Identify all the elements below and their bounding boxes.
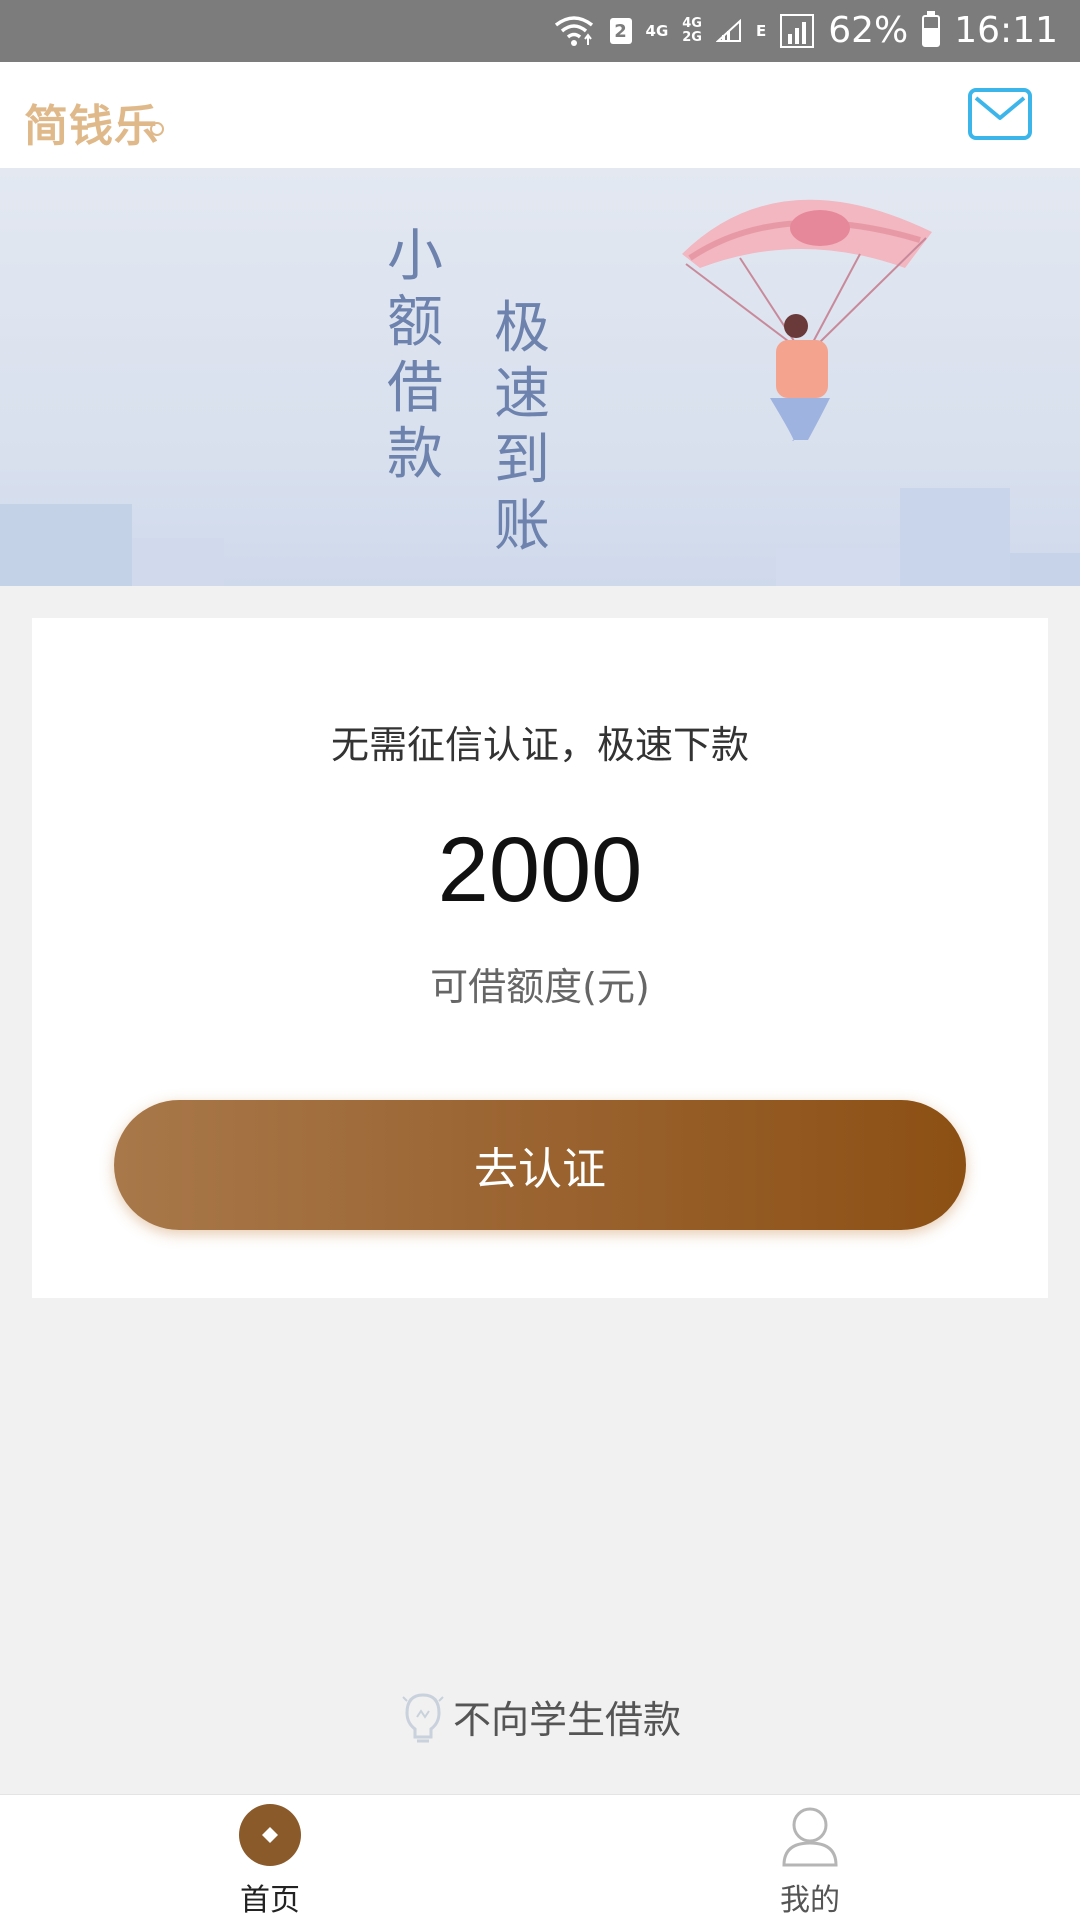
banner-char: 账 (494, 494, 550, 559)
notice-text: 不向学生借款 (452, 1697, 681, 1742)
nav-item-mine[interactable]: 我的 (710, 1795, 910, 1921)
bottom-nav: 首页 我的 (0, 1794, 1080, 1921)
credit-amount: 2000 (437, 819, 643, 921)
card-tagline: 无需征信认证，极速下款 (330, 723, 749, 767)
credit-amount-label: 可借额度(元) (430, 965, 650, 1009)
network-type-a: 4G (645, 21, 669, 40)
network-type-b-bottom: 2G (682, 30, 702, 45)
status-bar: 2 4G 4G 2G E 62% 16:11 (0, 0, 1080, 62)
banner-char: 到 (494, 428, 550, 493)
banner-char: 额 (387, 290, 443, 355)
banner-char: 极 (494, 296, 550, 361)
app-logo-dot (150, 122, 164, 136)
battery-percent: 62% (828, 10, 909, 51)
banner-char: 款 (387, 422, 443, 487)
mail-icon (974, 96, 1026, 120)
network-type-c: E (755, 21, 767, 40)
wifi-icon (552, 13, 596, 49)
nav-label-mine: 我的 (780, 1883, 840, 1918)
battery-fill (924, 27, 939, 45)
loan-card: 无需征信认证，极速下款 2000 可借额度(元) 去认证 (32, 618, 1048, 1298)
signal-icon (715, 19, 742, 43)
user-icon (782, 1807, 838, 1867)
battery-icon (922, 11, 941, 47)
clock: 16:11 (954, 10, 1058, 51)
banner-text-right: 极 速 到 账 (492, 296, 552, 560)
sim-icon: 2 (609, 18, 632, 44)
network-type-b: 4G 2G (682, 17, 702, 45)
banner-text-left: 小 额 借 款 (385, 224, 445, 488)
app-header: 简钱乐 (0, 62, 1080, 168)
student-notice: 不向学生借款 (0, 1686, 1080, 1746)
banner-char: 小 (387, 224, 443, 289)
network-type-b-top: 4G (682, 16, 702, 31)
mail-button[interactable] (968, 88, 1032, 140)
promo-banner[interactable]: 小 额 借 款 极 速 到 账 (0, 168, 1080, 586)
banner-char: 速 (494, 362, 550, 427)
nav-item-home[interactable]: 首页 (170, 1795, 370, 1921)
signal-strength-icon (780, 14, 815, 48)
banner-char: 借 (387, 356, 443, 421)
nav-label-home: 首页 (240, 1883, 300, 1918)
app-logo: 简钱乐 (24, 101, 159, 152)
verify-button[interactable]: 去认证 (114, 1100, 966, 1230)
home-coin-icon (239, 1804, 301, 1866)
status-icons: 2 4G 4G 2G E 62% 16:11 (552, 0, 1058, 62)
lightbulb-icon (402, 1693, 444, 1743)
